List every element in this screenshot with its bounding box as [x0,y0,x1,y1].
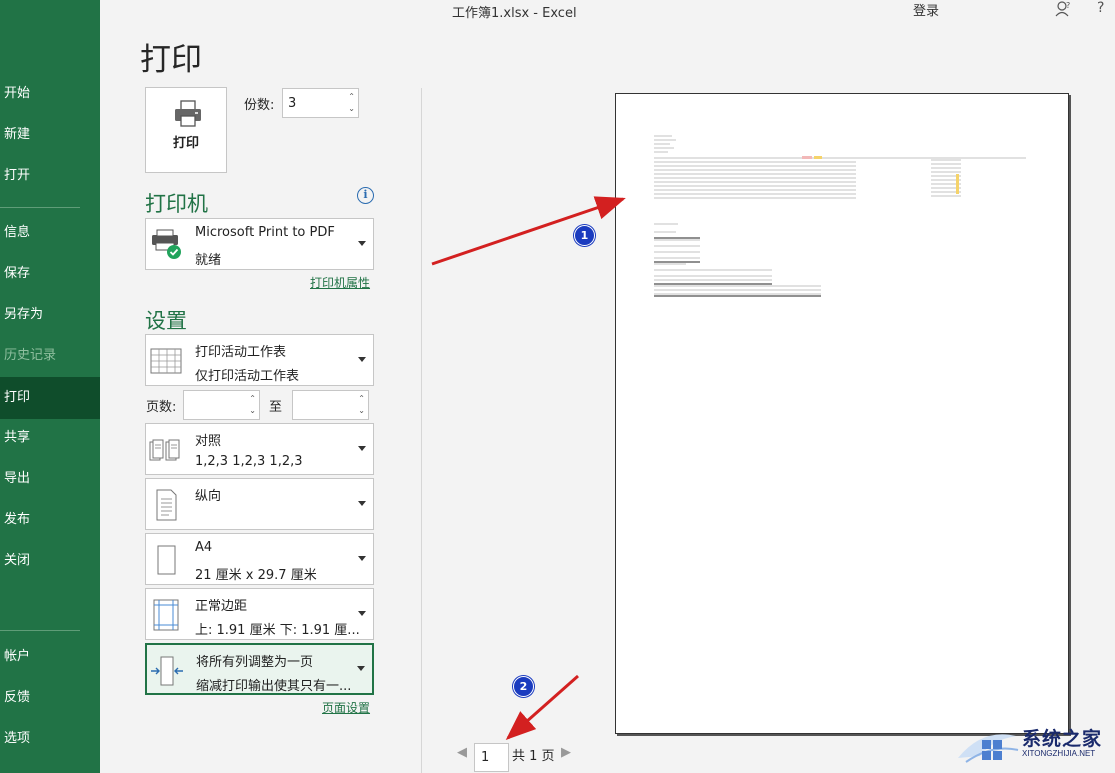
collate-select[interactable]: 对照 1,2,3 1,2,3 1,2,3 [145,423,374,475]
sidebar-item-history: 历史记录 [4,348,57,363]
sidebar-divider [0,207,80,208]
window-title: 工作簿1.xlsx - Excel [452,6,577,21]
printer-properties-link[interactable]: 打印机属性 [310,274,370,291]
chevron-down-icon [357,666,365,671]
print-button-label: 打印 [172,136,199,151]
stepper-arrows-icon[interactable]: ⌃ ⌄ [348,91,355,115]
sidebar-item-publish[interactable]: 发布 [0,500,100,540]
sidebar-item-share[interactable]: 共享 [0,418,100,458]
preview-thumbnail [654,135,1026,297]
page-setup-link[interactable]: 页面设置 [322,699,370,716]
backstage-sidebar: 开始 新建 打开 信息 保存 另存为 历史记录 打印 共享 导出 发布 关闭 帐… [0,0,100,773]
annotation-marker-2: 2 [513,676,534,697]
sidebar-item-print[interactable]: 打印 [0,377,100,419]
current-page-input[interactable]: 1 [474,743,509,772]
printer-icon [175,100,201,127]
margins-select[interactable]: 正常边距 上: 1.91 厘米 下: 1.91 厘... [145,588,374,640]
sidebar-divider [0,630,80,631]
info-icon[interactable]: i [357,187,374,204]
collate-line2: 1,2,3 1,2,3 1,2,3 [195,454,303,469]
scaling-select[interactable]: 将所有列调整为一页 缩减打印输出使其只有一... [145,643,374,695]
pages-from-input[interactable] [184,391,244,419]
svg-text:?: ? [1066,1,1070,10]
settings-heading: 设置 [145,309,187,333]
watermark-subtext: XITONGZHIJIA.NET [1022,749,1096,758]
sidebar-item-options[interactable]: 选项 [0,719,100,759]
orientation-line1: 纵向 [195,489,222,504]
fit-columns-icon [151,656,183,686]
help-icon[interactable]: ? [1097,0,1104,16]
stepper-arrows-icon[interactable]: ⌃ ⌄ [249,393,256,417]
copies-stepper[interactable]: ⌃⌄ [282,88,359,118]
pages-from-stepper[interactable]: ⌃ ⌄ [183,390,260,420]
person-help-icon[interactable]: ? [1054,0,1072,22]
sheet-grid-icon [150,348,182,374]
total-pages-label: 共 1 页 [512,749,555,764]
paper-size-line2: 21 厘米 x 29.7 厘米 [195,568,317,583]
orientation-select[interactable]: 纵向 [145,478,374,530]
watermark-text: 系统之家 [1022,728,1103,750]
pages-to-stepper[interactable]: ⌃ ⌄ [292,390,369,420]
print-what-select[interactable]: 打印活动工作表 仅打印活动工作表 [145,334,374,386]
collate-line1: 对照 [195,434,222,449]
pages-label: 页数: [146,400,177,415]
scaling-line1: 将所有列调整为一页 [196,655,314,670]
copies-input[interactable] [283,89,343,117]
login-link[interactable]: 登录 [913,0,939,19]
scaling-line2: 缩减打印输出使其只有一... [196,679,352,694]
sidebar-item-close[interactable]: 关闭 [0,541,100,581]
next-page-icon[interactable]: ▶ [561,745,571,760]
chevron-down-icon [358,241,366,246]
sidebar-item-new[interactable]: 新建 [0,115,100,155]
chevron-down-icon [358,611,366,616]
chevron-down-icon [358,556,366,561]
printer-heading: 打印机 [145,192,208,216]
printer-ready-icon [152,229,181,259]
collate-pages-icon [149,439,180,461]
sidebar-item-open[interactable]: 打开 [0,156,100,196]
printer-name: Microsoft Print to PDF [195,225,335,240]
copies-label: 份数: [244,98,275,113]
sidebar-item-save[interactable]: 保存 [0,254,100,294]
print-button[interactable]: 打印 [145,87,227,173]
portrait-page-icon [156,489,177,521]
panel-divider [421,88,422,773]
margins-line1: 正常边距 [195,599,248,614]
printer-select[interactable]: Microsoft Print to PDF 就绪 [145,218,374,270]
print-what-line1: 打印活动工作表 [195,345,287,360]
printer-status: 就绪 [195,253,222,268]
margins-line2: 上: 1.91 厘米 下: 1.91 厘... [195,623,360,638]
pages-to-label: 至 [269,400,283,415]
stepper-arrows-icon[interactable]: ⌃ ⌄ [358,393,365,417]
print-preview-page [615,93,1069,734]
pages-to-input[interactable] [293,391,353,419]
sidebar-item-save-as[interactable]: 另存为 [0,295,100,335]
chevron-down-icon [358,501,366,506]
sidebar-item-info[interactable]: 信息 [0,213,100,253]
print-what-line2: 仅打印活动工作表 [195,369,300,384]
chevron-down-icon [358,357,366,362]
annotation-marker-1: 1 [574,225,595,246]
margins-icon [153,599,179,631]
paper-icon [157,545,176,575]
sidebar-item-feedback[interactable]: 反馈 [0,678,100,718]
sidebar-item-account[interactable]: 帐户 [0,637,100,677]
chevron-down-icon [358,446,366,451]
paper-size-line1: A4 [195,540,213,555]
prev-page-icon[interactable]: ◀ [457,745,467,760]
page-title: 打印 [140,42,202,78]
paper-size-select[interactable]: A4 21 厘米 x 29.7 厘米 [145,533,374,585]
sidebar-item-home[interactable]: 开始 [0,74,100,114]
sidebar-item-export[interactable]: 导出 [0,459,100,499]
